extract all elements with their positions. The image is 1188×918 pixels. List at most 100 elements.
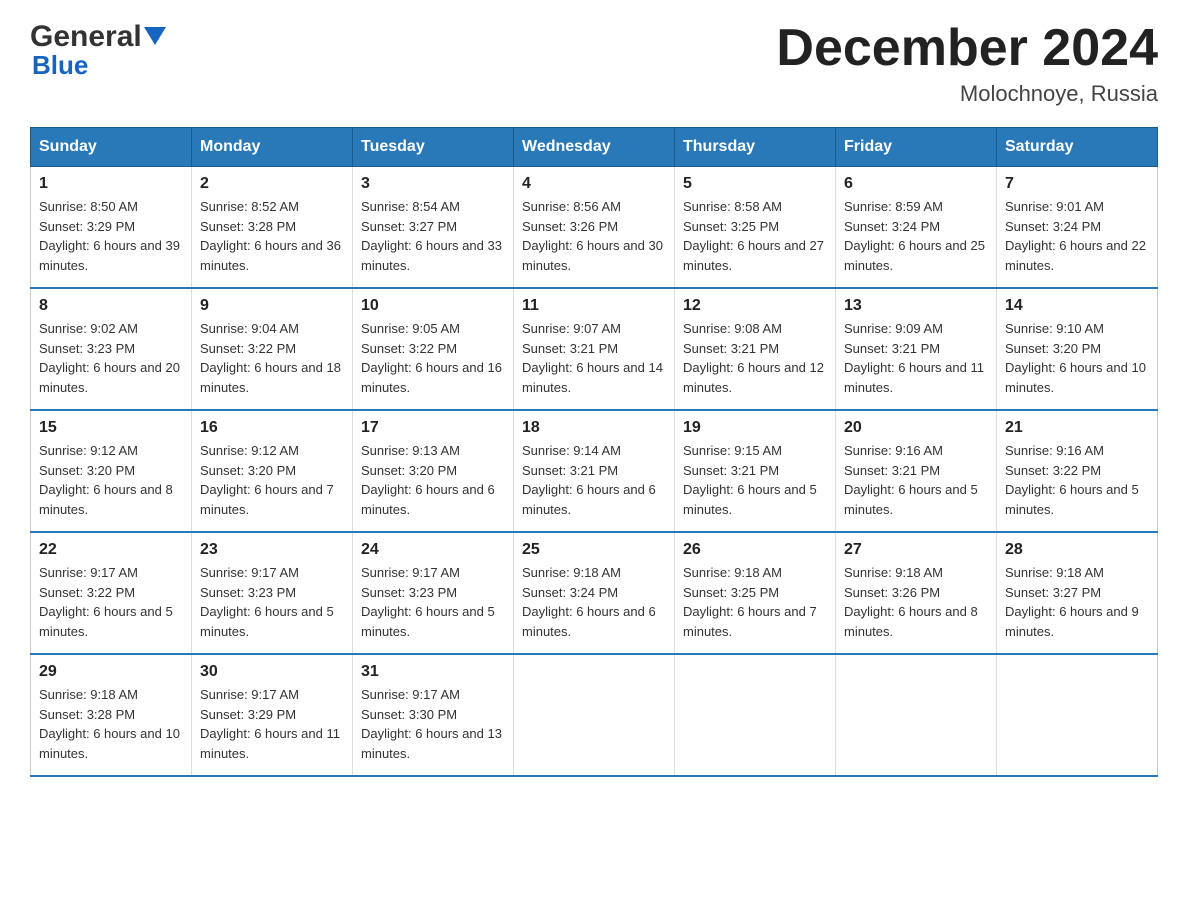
day-number: 2 xyxy=(200,175,344,193)
day-info: Sunrise: 9:16 AMSunset: 3:22 PMDaylight:… xyxy=(1005,441,1149,519)
header-monday: Monday xyxy=(192,128,353,167)
day-number: 7 xyxy=(1005,175,1149,193)
day-number: 19 xyxy=(683,419,827,437)
day-info: Sunrise: 9:15 AMSunset: 3:21 PMDaylight:… xyxy=(683,441,827,519)
day-info: Sunrise: 9:01 AMSunset: 3:24 PMDaylight:… xyxy=(1005,197,1149,275)
header-saturday: Saturday xyxy=(997,128,1158,167)
day-number: 13 xyxy=(844,297,988,315)
day-number: 26 xyxy=(683,541,827,559)
day-info: Sunrise: 9:13 AMSunset: 3:20 PMDaylight:… xyxy=(361,441,505,519)
day-info: Sunrise: 9:02 AMSunset: 3:23 PMDaylight:… xyxy=(39,319,183,397)
day-info: Sunrise: 8:56 AMSunset: 3:26 PMDaylight:… xyxy=(522,197,666,275)
table-row xyxy=(836,654,997,776)
day-info: Sunrise: 9:12 AMSunset: 3:20 PMDaylight:… xyxy=(200,441,344,519)
header-wednesday: Wednesday xyxy=(514,128,675,167)
table-row xyxy=(675,654,836,776)
day-number: 12 xyxy=(683,297,827,315)
day-info: Sunrise: 8:59 AMSunset: 3:24 PMDaylight:… xyxy=(844,197,988,275)
day-number: 31 xyxy=(361,663,505,681)
day-number: 4 xyxy=(522,175,666,193)
day-number: 6 xyxy=(844,175,988,193)
day-number: 25 xyxy=(522,541,666,559)
table-row: 19 Sunrise: 9:15 AMSunset: 3:21 PMDayligh… xyxy=(675,410,836,532)
day-info: Sunrise: 9:07 AMSunset: 3:21 PMDaylight:… xyxy=(522,319,666,397)
table-row: 26 Sunrise: 9:18 AMSunset: 3:25 PMDayligh… xyxy=(675,532,836,654)
table-row: 14Sunrise: 9:10 AMSunset: 3:20 PMDayligh… xyxy=(997,288,1158,410)
day-info: Sunrise: 9:18 AMSunset: 3:25 PMDaylight:… xyxy=(683,563,827,641)
day-number: 9 xyxy=(200,297,344,315)
day-number: 20 xyxy=(844,419,988,437)
table-row: 22 Sunrise: 9:17 AMSunset: 3:22 PMDayligh… xyxy=(31,532,192,654)
table-row: 4 Sunrise: 8:56 AMSunset: 3:26 PMDaylight… xyxy=(514,167,675,289)
table-row: 11 Sunrise: 9:07 AMSunset: 3:21 PMDayligh… xyxy=(514,288,675,410)
day-info: Sunrise: 9:18 AMSunset: 3:27 PMDaylight:… xyxy=(1005,563,1149,641)
table-row: 15Sunrise: 9:12 AMSunset: 3:20 PMDayligh… xyxy=(31,410,192,532)
logo-general-text: General xyxy=(30,20,142,54)
table-row: 12Sunrise: 9:08 AMSunset: 3:21 PMDayligh… xyxy=(675,288,836,410)
header-tuesday: Tuesday xyxy=(353,128,514,167)
calendar-table: Sunday Monday Tuesday Wednesday Thursday… xyxy=(30,127,1158,777)
table-row: 16 Sunrise: 9:12 AMSunset: 3:20 PMDayligh… xyxy=(192,410,353,532)
day-number: 16 xyxy=(200,419,344,437)
calendar-subtitle: Molochnoye, Russia xyxy=(776,81,1158,107)
logo-arrow-icon xyxy=(144,27,166,49)
calendar-week-row: 29Sunrise: 9:18 AMSunset: 3:28 PMDayligh… xyxy=(31,654,1158,776)
header-thursday: Thursday xyxy=(675,128,836,167)
table-row: 28 Sunrise: 9:18 AMSunset: 3:27 PMDayligh… xyxy=(997,532,1158,654)
day-number: 18 xyxy=(522,419,666,437)
day-number: 11 xyxy=(522,297,666,315)
table-row: 20Sunrise: 9:16 AMSunset: 3:21 PMDayligh… xyxy=(836,410,997,532)
day-info: Sunrise: 9:17 AMSunset: 3:30 PMDaylight:… xyxy=(361,685,505,763)
table-row: 5Sunrise: 8:58 AMSunset: 3:25 PMDaylight… xyxy=(675,167,836,289)
table-row: 23 Sunrise: 9:17 AMSunset: 3:23 PMDayligh… xyxy=(192,532,353,654)
logo: General Blue xyxy=(30,20,166,81)
day-info: Sunrise: 8:50 AMSunset: 3:29 PMDaylight:… xyxy=(39,197,183,275)
day-number: 23 xyxy=(200,541,344,559)
day-info: Sunrise: 9:17 AMSunset: 3:23 PMDaylight:… xyxy=(361,563,505,641)
day-info: Sunrise: 9:09 AMSunset: 3:21 PMDaylight:… xyxy=(844,319,988,397)
table-row: 18 Sunrise: 9:14 AMSunset: 3:21 PMDayligh… xyxy=(514,410,675,532)
calendar-week-row: 1 Sunrise: 8:50 AMSunset: 3:29 PMDaylight… xyxy=(31,167,1158,289)
day-info: Sunrise: 9:12 AMSunset: 3:20 PMDaylight:… xyxy=(39,441,183,519)
table-row: 21Sunrise: 9:16 AMSunset: 3:22 PMDayligh… xyxy=(997,410,1158,532)
table-row: 8 Sunrise: 9:02 AMSunset: 3:23 PMDaylight… xyxy=(31,288,192,410)
header-sunday: Sunday xyxy=(31,128,192,167)
table-row: 1 Sunrise: 8:50 AMSunset: 3:29 PMDaylight… xyxy=(31,167,192,289)
table-row: 3 Sunrise: 8:54 AMSunset: 3:27 PMDaylight… xyxy=(353,167,514,289)
day-info: Sunrise: 8:54 AMSunset: 3:27 PMDaylight:… xyxy=(361,197,505,275)
calendar-title: December 2024 xyxy=(776,20,1158,77)
day-number: 22 xyxy=(39,541,183,559)
calendar-week-row: 22 Sunrise: 9:17 AMSunset: 3:22 PMDayligh… xyxy=(31,532,1158,654)
table-row: 25Sunrise: 9:18 AMSunset: 3:24 PMDayligh… xyxy=(514,532,675,654)
table-row: 31 Sunrise: 9:17 AMSunset: 3:30 PMDayligh… xyxy=(353,654,514,776)
table-row: 10 Sunrise: 9:05 AMSunset: 3:22 PMDayligh… xyxy=(353,288,514,410)
table-row: 2 Sunrise: 8:52 AMSunset: 3:28 PMDaylight… xyxy=(192,167,353,289)
day-info: Sunrise: 9:17 AMSunset: 3:23 PMDaylight:… xyxy=(200,563,344,641)
day-info: Sunrise: 9:17 AMSunset: 3:29 PMDaylight:… xyxy=(200,685,344,763)
day-number: 28 xyxy=(1005,541,1149,559)
day-info: Sunrise: 9:17 AMSunset: 3:22 PMDaylight:… xyxy=(39,563,183,641)
day-number: 8 xyxy=(39,297,183,315)
header-friday: Friday xyxy=(836,128,997,167)
table-row: 7 Sunrise: 9:01 AMSunset: 3:24 PMDaylight… xyxy=(997,167,1158,289)
table-row: 6 Sunrise: 8:59 AMSunset: 3:24 PMDaylight… xyxy=(836,167,997,289)
day-number: 5 xyxy=(683,175,827,193)
calendar-week-row: 15Sunrise: 9:12 AMSunset: 3:20 PMDayligh… xyxy=(31,410,1158,532)
table-row xyxy=(997,654,1158,776)
day-number: 1 xyxy=(39,175,183,193)
day-info: Sunrise: 9:05 AMSunset: 3:22 PMDaylight:… xyxy=(361,319,505,397)
day-info: Sunrise: 9:10 AMSunset: 3:20 PMDaylight:… xyxy=(1005,319,1149,397)
calendar-header-row: Sunday Monday Tuesday Wednesday Thursday… xyxy=(31,128,1158,167)
day-info: Sunrise: 8:52 AMSunset: 3:28 PMDaylight:… xyxy=(200,197,344,275)
day-number: 3 xyxy=(361,175,505,193)
calendar-week-row: 8 Sunrise: 9:02 AMSunset: 3:23 PMDaylight… xyxy=(31,288,1158,410)
day-number: 30 xyxy=(200,663,344,681)
table-row: 13 Sunrise: 9:09 AMSunset: 3:21 PMDayligh… xyxy=(836,288,997,410)
table-row: 24 Sunrise: 9:17 AMSunset: 3:23 PMDayligh… xyxy=(353,532,514,654)
day-info: Sunrise: 9:14 AMSunset: 3:21 PMDaylight:… xyxy=(522,441,666,519)
day-info: Sunrise: 9:04 AMSunset: 3:22 PMDaylight:… xyxy=(200,319,344,397)
day-number: 24 xyxy=(361,541,505,559)
day-number: 10 xyxy=(361,297,505,315)
day-number: 27 xyxy=(844,541,988,559)
day-number: 17 xyxy=(361,419,505,437)
